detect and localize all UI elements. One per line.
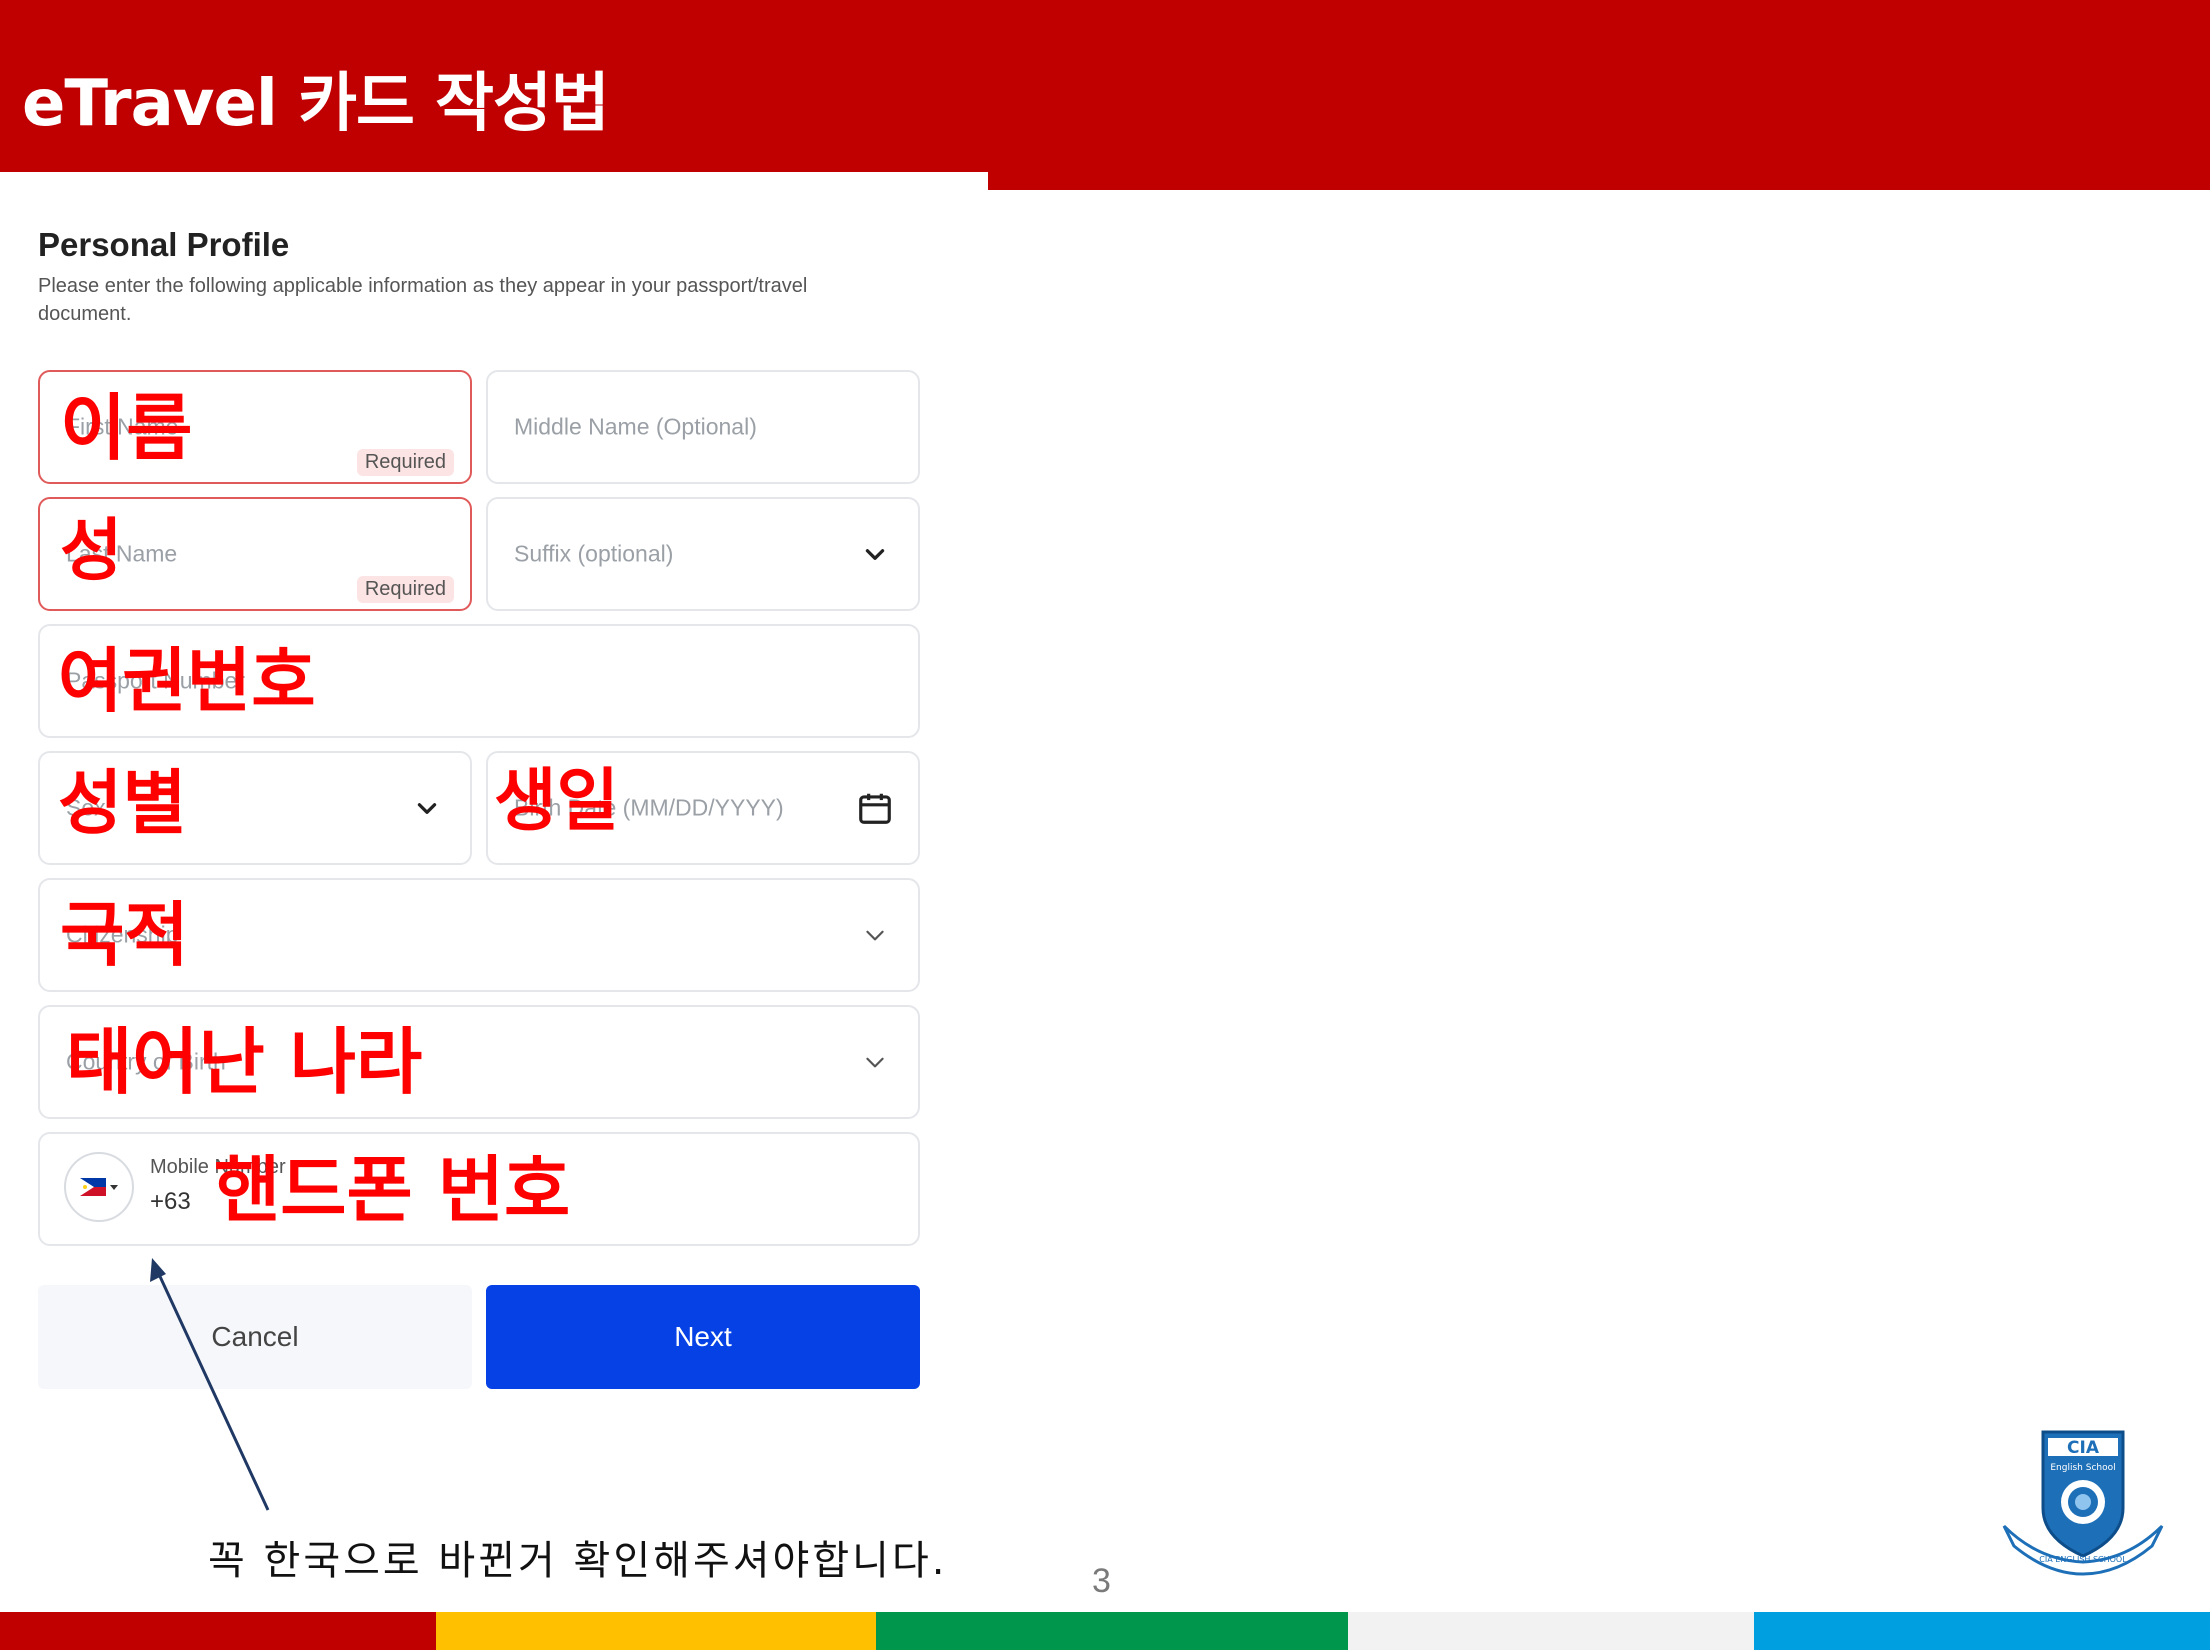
annotation-passport: 여권번호	[58, 640, 316, 722]
footer-stripe-blue	[1754, 1612, 2210, 1650]
annotation-first-name: 이름	[60, 386, 193, 470]
annotation-mobile: 핸드폰 번호	[214, 1148, 571, 1232]
logo-ribbon-text: CIA ENGLISH SCHOOL	[2039, 1555, 2127, 1564]
suffix-select[interactable]: Suffix (optional)	[486, 497, 920, 611]
philippines-flag-icon	[80, 1178, 118, 1196]
annotation-last-name: 성	[60, 512, 123, 591]
logo-text: CIA	[2067, 1438, 2100, 1458]
annotation-citizenship: 국적	[60, 894, 189, 976]
next-button[interactable]: Next	[486, 1285, 920, 1389]
middle-name-placeholder: Middle Name (Optional)	[514, 413, 757, 440]
footer-stripe-yellow	[436, 1612, 876, 1650]
footer-stripe-red	[0, 1612, 436, 1650]
form-title: Personal Profile	[38, 226, 290, 263]
required-badge: Required	[356, 576, 454, 603]
cancel-button[interactable]: Cancel	[38, 1285, 472, 1389]
middle-name-field[interactable]: Middle Name (Optional)	[486, 370, 920, 484]
required-badge: Required	[356, 449, 454, 476]
annotation-sex: 성별	[58, 762, 187, 844]
chevron-down-icon	[865, 549, 885, 560]
calendar-icon[interactable]	[856, 789, 894, 827]
footer-stripe-green	[876, 1612, 1348, 1650]
header-band-extension	[988, 172, 2210, 190]
logo-subtitle: English School	[2050, 1463, 2115, 1473]
country-code-selector[interactable]	[64, 1152, 134, 1222]
page-number: 3	[1092, 1562, 1111, 1600]
annotation-country-of-birth: 태어난 나라	[66, 1020, 423, 1104]
chevron-down-icon	[866, 1057, 884, 1068]
country-dial-code: +63	[150, 1188, 191, 1215]
slide-title: eTravel 카드 작성법	[22, 67, 610, 141]
footer-stripe-gray	[1348, 1612, 1754, 1650]
chevron-down-icon	[417, 803, 437, 814]
cia-school-logo: CIA English School CIA ENGLISH SCHOOL	[2002, 1430, 2164, 1576]
chevron-down-icon	[866, 930, 884, 941]
form-description: Please enter the following applicable in…	[38, 275, 808, 325]
annotation-birth-date: 생일	[494, 762, 620, 841]
bottom-note: 꼭 한국으로 바뀐거 확인해주셔야합니다.	[208, 1538, 948, 1584]
suffix-placeholder: Suffix (optional)	[514, 540, 674, 567]
